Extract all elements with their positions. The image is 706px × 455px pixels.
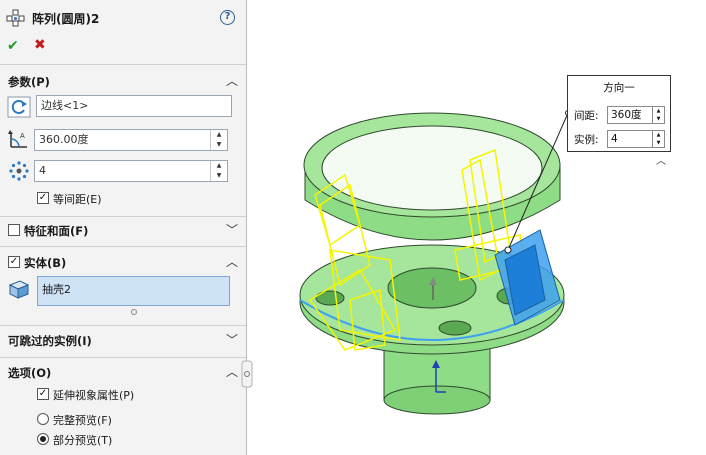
divider <box>0 216 246 217</box>
divider <box>0 357 246 358</box>
callout-instances-stepper[interactable]: ▲ ▼ <box>653 130 665 148</box>
title-row: 阵列(圆周)2 ? <box>0 0 246 34</box>
section-features-header[interactable]: 特征和面(F) ﹀ <box>0 219 246 241</box>
section-bodies-label: 实体(B) <box>24 256 67 270</box>
section-bodies-header[interactable]: ✓ 实体(B) ︿ <box>0 251 246 273</box>
propagate-visual-label: 延伸视象属性(P) <box>53 389 135 402</box>
bodies-checkbox[interactable]: ✓ <box>8 256 20 268</box>
chevron-up-icon[interactable]: ︿ <box>226 253 238 270</box>
chevron-down-icon[interactable]: ﹀ <box>226 221 238 238</box>
chevron-up-icon[interactable]: ︿ <box>656 152 666 167</box>
instances-icon <box>9 161 29 181</box>
callout-anchor <box>504 246 512 254</box>
svg-text:A: A <box>20 132 25 140</box>
direction-icon <box>7 96 31 118</box>
body-icon <box>8 280 30 299</box>
features-checkbox[interactable] <box>8 224 20 236</box>
direction1-callout: 方向一 间距: 360度 ▲ ▼ 实例: 4 ▲ ▼ <box>567 75 671 152</box>
bodies-list[interactable]: 抽壳2 <box>37 276 230 306</box>
circular-pattern-icon <box>6 9 25 27</box>
section-params-header[interactable]: 参数(P) ︿ <box>0 70 246 92</box>
section-skip-label: 可跳过的实例(I) <box>8 334 92 348</box>
close-icon[interactable]: ✖ <box>34 37 46 53</box>
chevron-up-icon[interactable]: ︿ <box>226 363 238 380</box>
angle-stepper[interactable]: ▲ ▼ <box>210 130 227 150</box>
angle-field[interactable]: 360.00度 <box>34 129 228 151</box>
section-options-label: 选项(O) <box>8 366 52 380</box>
callout-spacing-input[interactable]: 360度 <box>607 106 653 124</box>
callout-spacing-label: 间距: <box>574 110 599 122</box>
divider <box>0 64 246 65</box>
page-title: 阵列(圆周)2 <box>32 12 100 26</box>
model-bottom-cylinder <box>383 344 491 415</box>
angle-icon: A <box>8 130 27 148</box>
partial-preview-radio[interactable] <box>37 433 49 445</box>
check-icon[interactable]: ✔ <box>7 38 19 54</box>
model-view[interactable] <box>248 0 706 455</box>
full-preview-radio[interactable] <box>37 413 49 425</box>
equal-spacing-label: 等间距(E) <box>53 193 102 206</box>
callout-instances-label: 实例: <box>574 134 599 146</box>
full-preview-label: 完整预览(F) <box>53 414 112 427</box>
equal-spacing-checkbox[interactable]: ✓ <box>37 192 49 204</box>
partial-preview-label: 部分预览(T) <box>53 434 113 447</box>
instances-field[interactable]: 4 <box>34 160 228 182</box>
resize-handle[interactable] <box>131 309 137 315</box>
property-manager: 阵列(圆周)2 ? ✔ ✖ 参数(P) ︿ 边线<1> A 360.00度 ▲ ▼… <box>0 0 247 455</box>
list-item[interactable]: 抽壳2 <box>42 283 71 296</box>
divider <box>0 246 246 247</box>
instances-stepper[interactable]: ▲ ▼ <box>210 161 227 181</box>
divider <box>0 325 246 326</box>
callout-title: 方向一 <box>603 82 635 94</box>
callout-spacing-stepper[interactable]: ▲ ▼ <box>653 106 665 124</box>
graphics-area[interactable] <box>248 0 706 455</box>
chevron-down-icon[interactable]: ﹀ <box>226 331 238 348</box>
section-features-label: 特征和面(F) <box>24 224 89 238</box>
section-skip-header[interactable]: 可跳过的实例(I) ﹀ <box>0 329 246 351</box>
propagate-visual-checkbox[interactable]: ✓ <box>37 388 49 400</box>
direction-field[interactable]: 边线<1> <box>36 95 232 117</box>
help-icon[interactable]: ? <box>220 10 235 25</box>
callout-instances-input[interactable]: 4 <box>607 130 653 148</box>
chevron-up-icon[interactable]: ︿ <box>226 72 238 89</box>
section-params-label: 参数(P) <box>8 75 50 89</box>
section-options-header[interactable]: 选项(O) ︿ <box>0 361 246 383</box>
